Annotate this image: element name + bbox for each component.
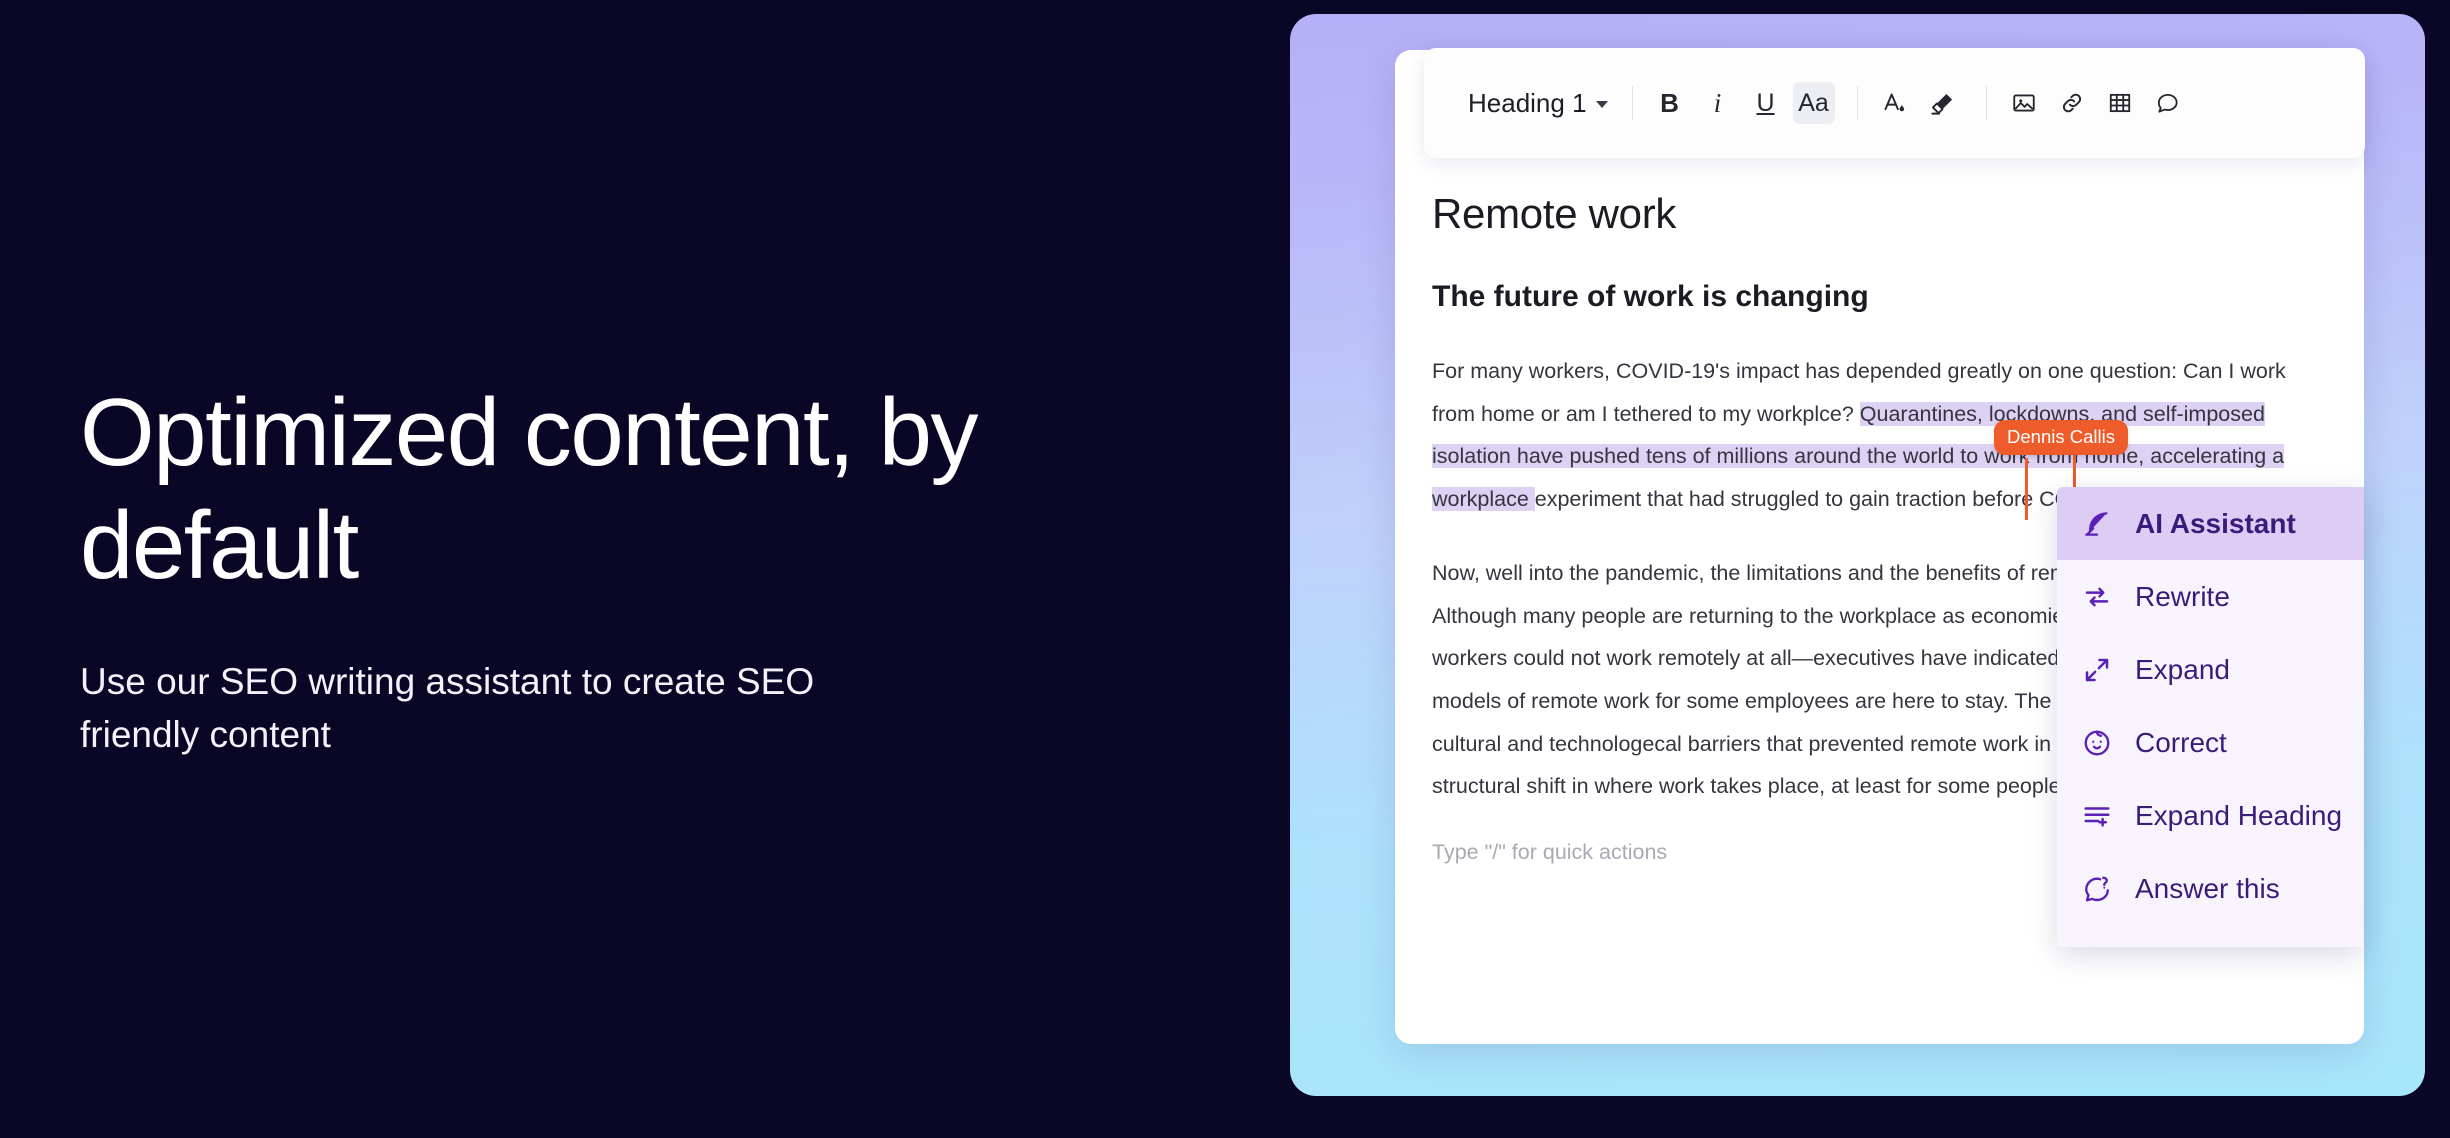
collaborator-caret: [2025, 458, 2028, 520]
menu-item-label: Rewrite: [2135, 580, 2230, 612]
heading-style-label: Heading 1: [1468, 87, 1587, 118]
page-title: Optimized content, by default: [80, 379, 978, 600]
table-icon[interactable]: [2099, 82, 2141, 124]
hero-subtitle: Use our SEO writing assistant to create …: [80, 660, 815, 756]
menu-item-label: AI Assistant: [2135, 507, 2296, 539]
document-heading-1: Remote work: [1432, 190, 1677, 237]
lines-plus-icon: [2081, 800, 2113, 832]
menu-item-correct[interactable]: Correct: [2057, 706, 2364, 779]
toolbar-divider: [1856, 86, 1858, 120]
text-color-icon[interactable]: [1874, 82, 1916, 124]
document-heading-2: The future of work is changing: [1432, 280, 1869, 313]
menu-item-label: Correct: [2135, 726, 2227, 758]
menu-item-label: Expand: [2135, 653, 2230, 685]
image-icon[interactable]: [2003, 82, 2045, 124]
loop-arrows-icon: [2081, 581, 2113, 613]
heading-style-dropdown[interactable]: Heading 1: [1460, 82, 1616, 125]
collaborator-cursor: Dennis Callis: [1994, 420, 2128, 520]
toolbar-divider: [1631, 86, 1633, 120]
hero-section: Optimized content, by default Use our SE…: [0, 0, 1290, 1138]
menu-item-expand-heading[interactable]: Expand Heading: [2057, 779, 2364, 852]
editor-toolbar: Heading 1 B i U Aa: [1424, 48, 2365, 158]
menu-item-label: Answer this: [2135, 872, 2280, 904]
menu-item-ai-assistant[interactable]: AI Assistant: [2057, 487, 2364, 560]
promo-screenshot: Optimized content, by default Use our SE…: [0, 0, 2450, 1138]
menu-item-expand[interactable]: Expand: [2057, 633, 2364, 706]
comment-icon[interactable]: [2147, 82, 2189, 124]
menu-item-answer-this[interactable]: Answer this: [2057, 852, 2364, 925]
collaborator-name-badge: Dennis Callis: [1994, 420, 2128, 455]
font-size-button[interactable]: Aa: [1792, 82, 1835, 124]
toolbar-divider: [1985, 86, 1987, 120]
smiley-face-icon: [2081, 727, 2113, 759]
highlighter-icon[interactable]: [1922, 82, 1964, 124]
expand-arrows-icon: [2081, 654, 2113, 686]
feather-icon: [2081, 508, 2113, 540]
bold-button[interactable]: B: [1649, 82, 1691, 124]
ai-actions-menu: AI Assistant Rewrite Expand Correct Expa…: [2057, 487, 2364, 947]
menu-item-label: Expand Heading: [2135, 799, 2343, 831]
chevron-down-icon: [1595, 101, 1608, 108]
menu-item-rewrite[interactable]: Rewrite: [2057, 560, 2364, 633]
link-icon[interactable]: [2051, 82, 2093, 124]
question-bubble-icon: [2081, 873, 2113, 905]
underline-button[interactable]: U: [1745, 82, 1787, 124]
italic-button[interactable]: i: [1697, 82, 1739, 124]
